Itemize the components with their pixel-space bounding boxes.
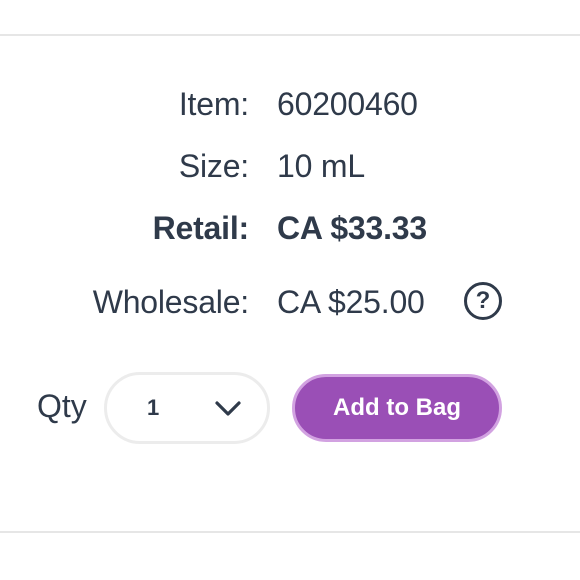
item-label: Item: <box>178 86 249 122</box>
qty-label: Qty <box>37 388 87 424</box>
wholesale-row: Wholesale: CA $25.00 ? <box>0 280 580 324</box>
wholesale-value: CA $25.00 <box>277 284 425 320</box>
bottom-divider <box>0 531 580 533</box>
qty-select[interactable]: 1 <box>104 372 270 444</box>
qty-value: 1 <box>147 395 160 420</box>
retail-label: Retail: <box>152 210 250 246</box>
item-value: 60200460 <box>277 86 418 122</box>
chevron-down-icon <box>215 401 241 416</box>
size-value: 10 mL <box>277 148 365 184</box>
item-row: Item: 60200460 <box>0 82 580 126</box>
size-row: Size: 10 mL <box>0 144 580 188</box>
retail-row: Retail: CA $33.33 <box>0 206 580 250</box>
wholesale-label: Wholesale: <box>92 284 250 320</box>
add-to-bag-button[interactable]: Add to Bag <box>292 374 502 442</box>
question-circle-icon[interactable]: ? <box>464 282 502 320</box>
retail-value: CA $33.33 <box>277 210 427 246</box>
top-divider <box>0 34 580 36</box>
size-label: Size: <box>178 148 249 184</box>
